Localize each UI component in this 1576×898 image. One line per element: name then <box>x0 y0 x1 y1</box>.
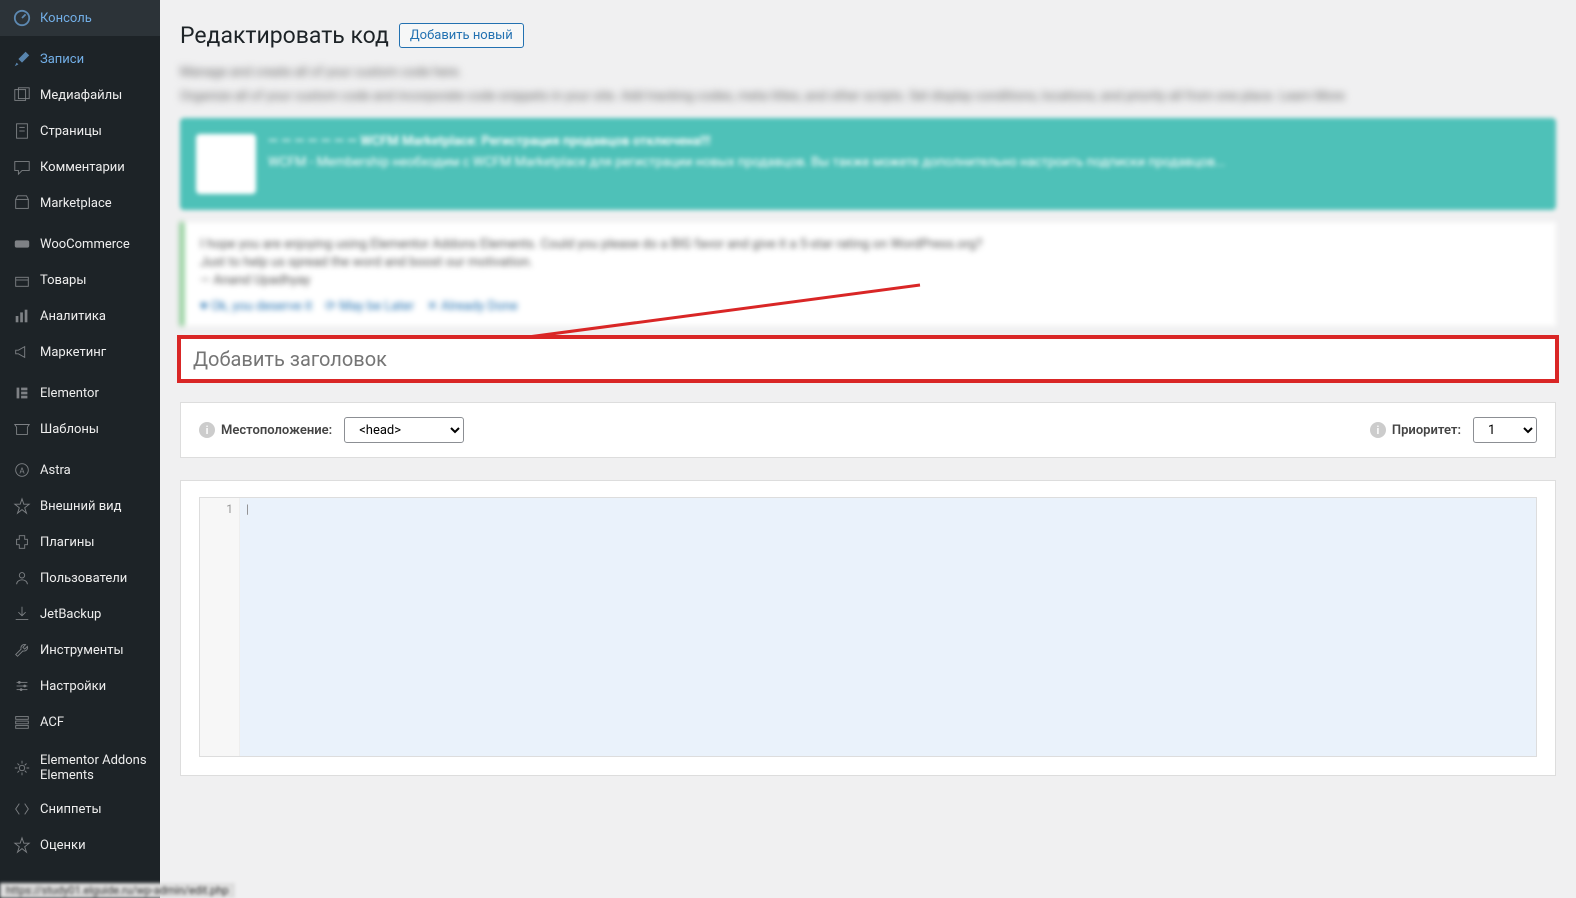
sidebar-item-snippets[interactable]: Сниппеты <box>0 791 160 827</box>
sidebar-item-tools[interactable]: Инструменты <box>0 632 160 668</box>
sidebar-item-label: Astra <box>40 463 71 478</box>
sidebar-item-elementor[interactable]: Elementor <box>0 375 160 411</box>
snippets-icon <box>12 799 32 819</box>
sidebar-item-products[interactable]: Товары <box>0 262 160 298</box>
sidebar-item-label: Elementor <box>40 386 99 401</box>
templates-icon <box>12 419 32 439</box>
sidebar-item-label: Шаблоны <box>40 422 99 437</box>
meta-row: i Местоположение: <head> i Приоритет: 1 <box>180 402 1556 458</box>
sidebar-item-pages[interactable]: Страницы <box>0 113 160 149</box>
sidebar-item-woocommerce[interactable]: WooCommerce <box>0 226 160 262</box>
sidebar-item-analytics[interactable]: Аналитика <box>0 298 160 334</box>
sidebar-item-label: Инструменты <box>40 643 124 658</box>
sidebar-item-jetbackup[interactable]: JetBackup <box>0 596 160 632</box>
sidebar-item-label: Плагины <box>40 535 94 550</box>
products-icon <box>12 270 32 290</box>
sidebar-item-label: Аналитика <box>40 309 106 324</box>
sidebar-item-acf[interactable]: ACF <box>0 704 160 740</box>
sidebar-item-label: Записи <box>40 52 84 67</box>
marketing-icon <box>12 342 32 362</box>
editor-body[interactable] <box>240 498 1536 756</box>
sidebar-item-settings[interactable]: Настройки <box>0 668 160 704</box>
review-panel: I hope you are enjoying using Elementor … <box>180 222 1556 326</box>
sidebar-item-label: Настройки <box>40 679 106 694</box>
sidebar-item-label: Пользователи <box>40 571 127 586</box>
settings-icon <box>12 676 32 696</box>
plugins-icon <box>12 532 32 552</box>
sidebar-item-label: Внешний вид <box>40 499 122 514</box>
sidebar-item-media[interactable]: Медиафайлы <box>0 77 160 113</box>
sidebar-item-marketing[interactable]: Маркетинг <box>0 334 160 370</box>
sidebar-item-label: Elementor Addons Elements <box>40 753 148 783</box>
sidebar-item-label: Сниппеты <box>40 802 102 817</box>
admin-sidebar: Консоль Записи Медиафайлы Страницы Комме… <box>0 0 160 898</box>
title-field-wrap <box>180 338 1556 380</box>
sidebar-item-marketplace[interactable]: Marketplace <box>0 185 160 221</box>
title-input[interactable] <box>180 338 1556 380</box>
astra-icon: A <box>12 460 32 480</box>
dashboard-icon <box>12 8 32 28</box>
intro-line-1: Manage and create all of your custom cod… <box>180 63 1556 83</box>
appearance-icon <box>12 496 32 516</box>
page-title: Редактировать код <box>180 22 389 49</box>
sidebar-item-ratings[interactable]: Оценки <box>0 827 160 863</box>
analytics-icon <box>12 306 32 326</box>
wcfm-banner: — — — — — — — WCFM Marketplace: Регистра… <box>180 118 1556 210</box>
banner-icon <box>196 134 256 194</box>
ratings-icon <box>12 835 32 855</box>
priority-select[interactable]: 1 <box>1473 417 1537 443</box>
sidebar-item-users[interactable]: Пользователи <box>0 560 160 596</box>
marketplace-icon <box>12 193 32 213</box>
comment-icon <box>12 157 32 177</box>
sidebar-item-astra[interactable]: A Astra <box>0 452 160 488</box>
location-select[interactable]: <head> <box>344 417 464 443</box>
code-editor[interactable]: 1 <box>199 497 1537 757</box>
sidebar-item-label: JetBackup <box>40 607 101 622</box>
sidebar-item-label: Оценки <box>40 838 86 853</box>
sidebar-item-plugins[interactable]: Плагины <box>0 524 160 560</box>
tools-icon <box>12 640 32 660</box>
users-icon <box>12 568 32 588</box>
banner-text: — — — — — — — WCFM Marketplace: Регистра… <box>268 134 1540 194</box>
info-icon: i <box>1370 422 1386 438</box>
sidebar-item-elementor-addons[interactable]: Elementor Addons Elements <box>0 745 160 791</box>
sidebar-item-label: ACF <box>40 715 64 730</box>
sidebar-item-label: Консоль <box>40 11 92 26</box>
elementor-icon <box>12 383 32 403</box>
pages-icon <box>12 121 32 141</box>
addons-icon <box>12 758 32 778</box>
sidebar-item-label: WooCommerce <box>40 237 130 252</box>
pin-icon <box>12 49 32 69</box>
page-header: Редактировать код Добавить новый <box>180 0 1556 59</box>
sidebar-item-label: Marketplace <box>40 196 112 211</box>
acf-icon <box>12 712 32 732</box>
sidebar-item-label: Комментарии <box>40 160 125 175</box>
sidebar-item-label: Маркетинг <box>40 345 106 360</box>
sidebar-item-label: Медиафайлы <box>40 88 122 103</box>
sidebar-item-console[interactable]: Консоль <box>0 0 160 36</box>
sidebar-item-posts[interactable]: Записи <box>0 41 160 77</box>
info-icon: i <box>199 422 215 438</box>
svg-text:A: A <box>19 466 25 476</box>
sidebar-item-label: Товары <box>40 273 86 288</box>
priority-label: i Приоритет: <box>1370 422 1461 438</box>
sidebar-item-label: Страницы <box>40 124 102 139</box>
intro-line-2: Organize all of your custom code and inc… <box>180 87 1556 107</box>
sidebar-item-comments[interactable]: Комментарии <box>0 149 160 185</box>
add-new-button[interactable]: Добавить новый <box>399 23 524 48</box>
code-editor-panel: 1 <box>180 480 1556 776</box>
sidebar-item-templates[interactable]: Шаблоны <box>0 411 160 447</box>
location-label: i Местоположение: <box>199 422 332 438</box>
status-bar: https://study01.elguide.ru/wp-admin/edit… <box>0 883 235 898</box>
media-icon <box>12 85 32 105</box>
main-content: Редактировать код Добавить новый Manage … <box>160 0 1576 898</box>
woo-icon <box>12 234 32 254</box>
sidebar-item-appearance[interactable]: Внешний вид <box>0 488 160 524</box>
backup-icon <box>12 604 32 624</box>
editor-gutter: 1 <box>200 498 240 756</box>
